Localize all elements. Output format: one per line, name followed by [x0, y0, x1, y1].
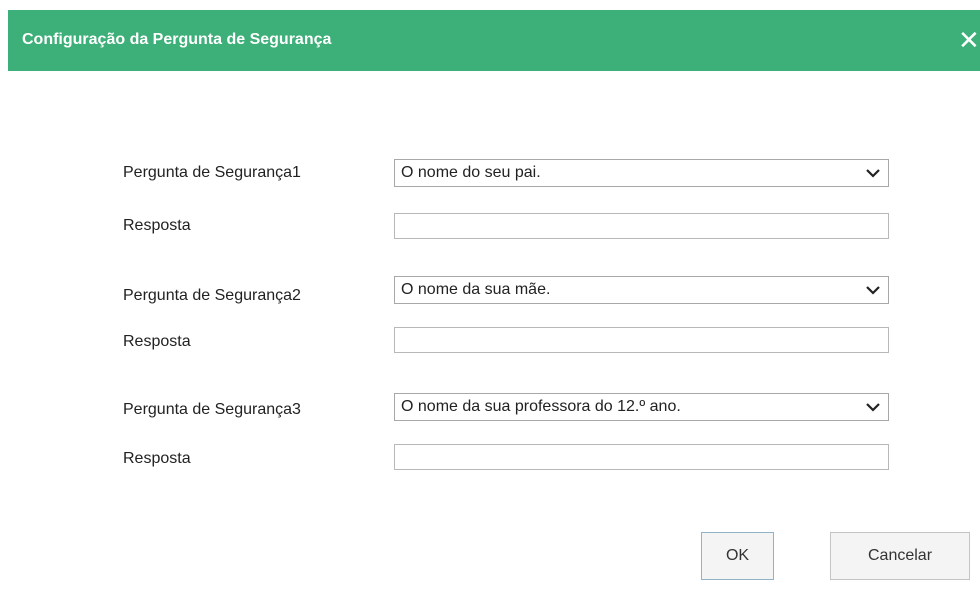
security-question-1-select[interactable]: O nome do seu pai. [394, 159, 889, 187]
dialog-title: Configuração da Pergunta de Segurança [22, 31, 332, 48]
answer-3-label: Resposta [123, 450, 191, 467]
chevron-down-icon [866, 403, 880, 412]
security-question-2-label: Pergunta de Segurança2 [123, 287, 301, 304]
answer-2-input[interactable] [394, 327, 889, 353]
security-question-2-select[interactable]: O nome da sua mãe. [394, 276, 889, 304]
answer-3-input[interactable] [394, 444, 889, 470]
security-question-dialog: Configuração da Pergunta de Segurança ✕ … [0, 0, 980, 592]
chevron-down-icon [866, 169, 880, 178]
chevron-down-icon [866, 286, 880, 295]
cancel-button[interactable]: Cancelar [830, 532, 970, 580]
security-question-1-value: O nome do seu pai. [401, 164, 541, 181]
close-icon[interactable]: ✕ [958, 25, 980, 55]
security-question-3-label: Pergunta de Segurança3 [123, 401, 301, 418]
security-question-2-value: O nome da sua mãe. [401, 281, 551, 298]
dialog-titlebar: Configuração da Pergunta de Segurança ✕ [8, 10, 980, 71]
answer-1-input[interactable] [394, 213, 889, 239]
ok-button[interactable]: OK [701, 532, 774, 580]
answer-1-label: Resposta [123, 217, 191, 234]
security-question-3-select[interactable]: O nome da sua professora do 12.º ano. [394, 393, 889, 421]
security-question-1-label: Pergunta de Segurança1 [123, 164, 301, 181]
security-question-3-value: O nome da sua professora do 12.º ano. [401, 398, 681, 415]
answer-2-label: Resposta [123, 333, 191, 350]
